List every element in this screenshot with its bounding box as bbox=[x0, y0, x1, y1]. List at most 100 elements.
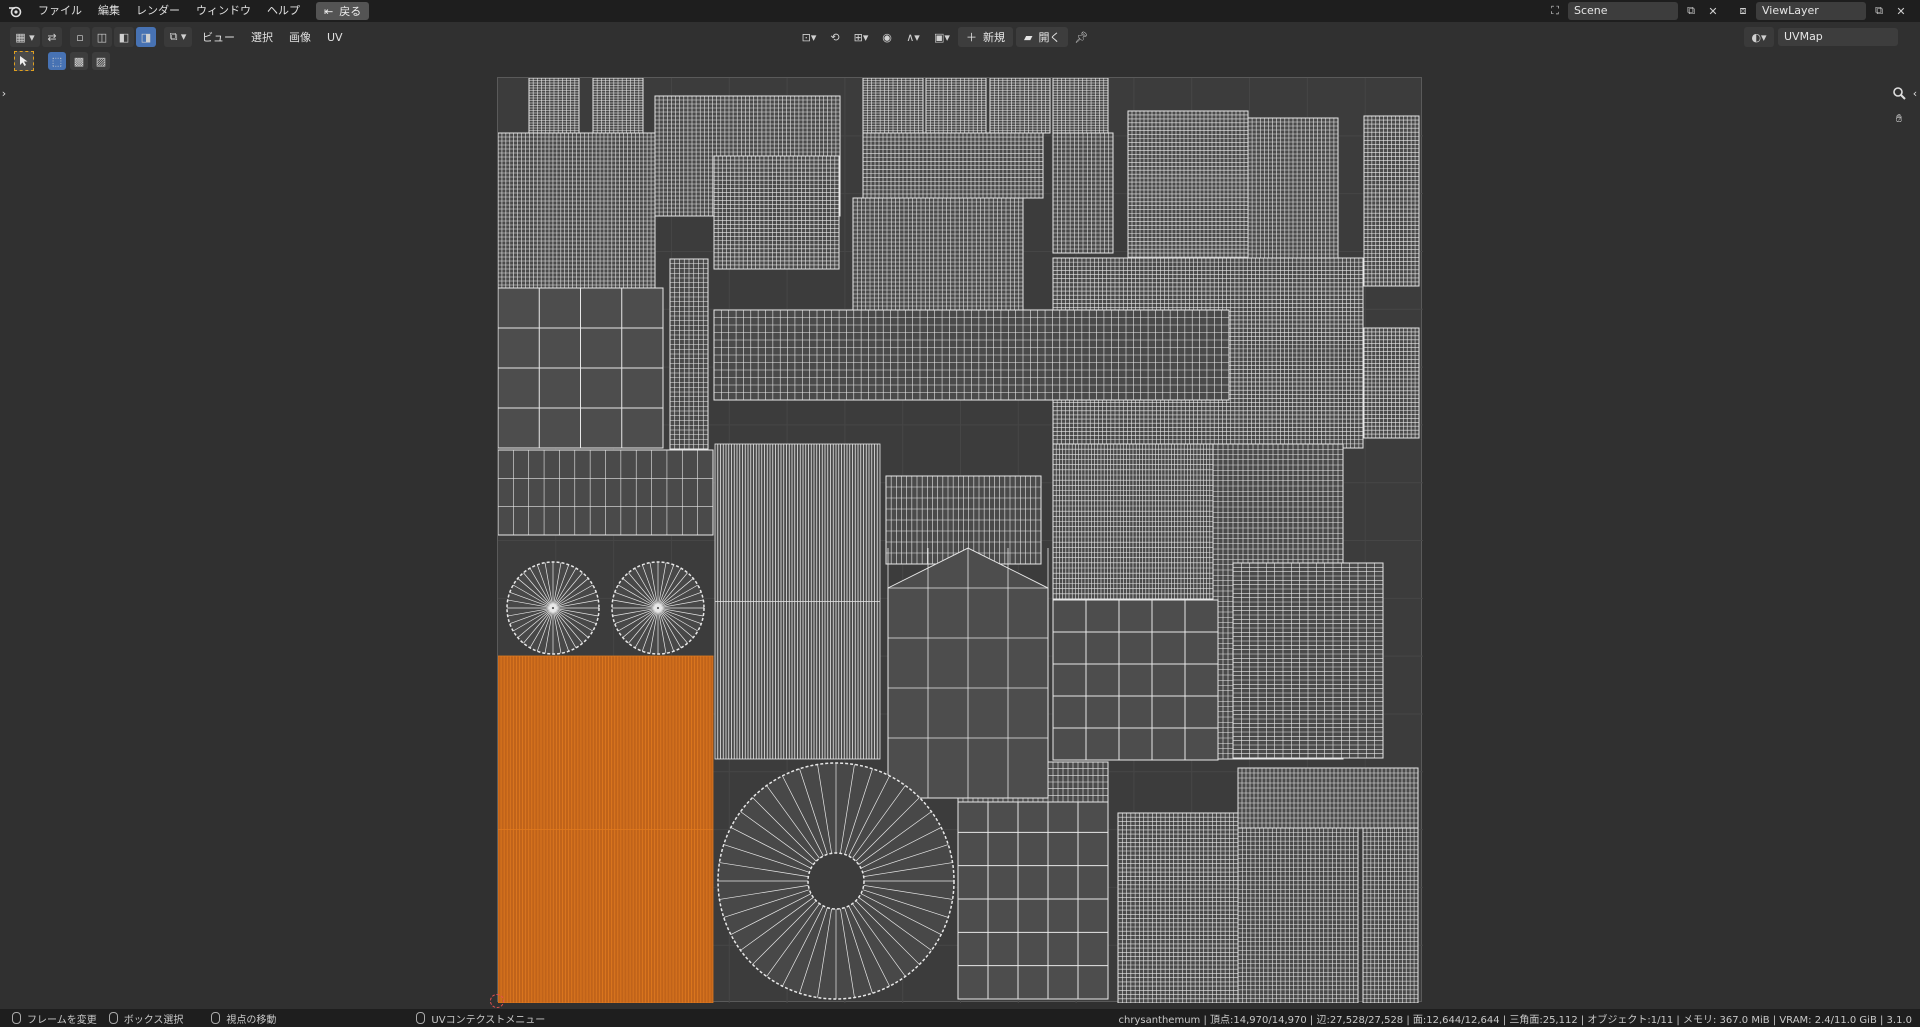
uv-disc bbox=[506, 561, 600, 655]
uv-island bbox=[497, 287, 664, 449]
uv-island bbox=[528, 77, 580, 134]
uv-island bbox=[1362, 827, 1419, 1004]
sync-select-icon[interactable]: ⇄ bbox=[42, 27, 62, 47]
uv-island bbox=[1052, 443, 1214, 600]
uv-editor-canvas[interactable]: › ‹ ✋︎ bbox=[0, 72, 1920, 1012]
toolbar-expand-icon[interactable]: › bbox=[0, 82, 8, 104]
uv-island bbox=[1232, 562, 1384, 759]
edge-mode-icon[interactable]: ◫ bbox=[92, 27, 112, 47]
viewlayer-icon[interactable]: ⧈ bbox=[1734, 2, 1752, 20]
uv-island bbox=[862, 132, 1044, 199]
menu-image[interactable]: 画像 bbox=[281, 29, 319, 45]
close-viewlayer-icon[interactable]: ✕ bbox=[1892, 2, 1910, 20]
uv-data-icon[interactable]: ◐▾ bbox=[1744, 27, 1774, 47]
uv-island bbox=[592, 77, 644, 134]
uv-island bbox=[1052, 77, 1109, 134]
back-button[interactable]: ⇤ 戻る bbox=[316, 2, 370, 20]
proportional-icon[interactable]: ◉ bbox=[877, 27, 897, 47]
mouse-right-icon bbox=[416, 1012, 426, 1024]
uv-island bbox=[713, 309, 1230, 401]
snap-target-icon[interactable]: ⊞▾ bbox=[848, 27, 874, 47]
menu-render[interactable]: レンダー bbox=[128, 0, 188, 22]
uv-island bbox=[989, 77, 1051, 134]
editor-type-icon[interactable]: ▦ ▾ bbox=[10, 27, 40, 47]
menu-file[interactable]: ファイル bbox=[30, 0, 90, 22]
status-bar: フレームを変更 ボックス選択 視点の移動 UVコンテクストメニュー chrysa… bbox=[0, 1009, 1920, 1027]
uv-island bbox=[887, 547, 1049, 799]
image-browse-icon[interactable]: ▣▾ bbox=[929, 27, 955, 47]
status-box-select: ボックス選択 bbox=[108, 1011, 183, 1026]
tool-row: ⬚ ▩ ▨ bbox=[0, 50, 110, 72]
uv-island bbox=[1363, 327, 1420, 439]
new-image-button[interactable]: ＋ 新規 bbox=[958, 27, 1013, 47]
pin-icon[interactable]: 📌︎ bbox=[1071, 27, 1091, 47]
uv-island bbox=[713, 155, 840, 270]
uv-disc bbox=[611, 561, 705, 655]
select-subtract-icon[interactable]: ▨ bbox=[92, 52, 110, 70]
hand-pan-icon[interactable]: ✋︎ bbox=[1888, 108, 1910, 130]
uv-island bbox=[925, 77, 987, 134]
uv-island bbox=[1247, 117, 1339, 279]
center-tools: ⊡▾ ⟲ ⊞▾ ◉ ∧▾ ▣▾ ＋ 新規 ▰ 開く 📌︎ bbox=[796, 27, 1091, 47]
falloff-icon[interactable]: ∧▾ bbox=[900, 27, 926, 47]
uv-bounds bbox=[497, 77, 1423, 1004]
uv-ring bbox=[717, 762, 955, 1000]
uv-island bbox=[497, 132, 656, 294]
2d-cursor-icon bbox=[490, 994, 504, 1008]
uv-island bbox=[1237, 767, 1419, 829]
scene-field[interactable]: Scene bbox=[1568, 2, 1678, 20]
uv-island bbox=[862, 77, 924, 134]
open-label: 開く bbox=[1038, 31, 1061, 44]
uv-island bbox=[1237, 827, 1359, 1004]
select-new-icon[interactable]: ⬚ bbox=[48, 52, 66, 70]
copy-scene-icon[interactable]: ⧉ bbox=[1682, 2, 1700, 20]
plus-icon: ＋ bbox=[966, 31, 977, 44]
sidebar-expand-icon[interactable]: ‹ bbox=[1910, 82, 1920, 104]
pivot-icon[interactable]: ⊡▾ bbox=[796, 27, 822, 47]
scene-selector: ⛶ Scene ⧉ ✕ bbox=[1546, 2, 1722, 20]
new-label: 新規 bbox=[983, 31, 1005, 44]
mouse-left-icon bbox=[12, 1012, 21, 1024]
uv-island bbox=[1117, 812, 1239, 1004]
zoom-icon[interactable] bbox=[1888, 82, 1910, 104]
viewlayer-selector: ⧈ ViewLayer ⧉ ✕ bbox=[1734, 2, 1910, 20]
scene-statistics: chrysanthemum | 頂点:14,970/14,970 | 辺:27,… bbox=[1118, 1015, 1913, 1026]
open-image-button[interactable]: ▰ 開く bbox=[1016, 27, 1069, 47]
uvmap-selector: ◐▾ UVMap bbox=[1744, 27, 1898, 47]
mouse-middle-icon bbox=[211, 1012, 221, 1024]
back-label: 戻る bbox=[339, 5, 362, 18]
uv-islands bbox=[497, 77, 1423, 1004]
status-move-view: 視点の移動 bbox=[211, 1011, 276, 1026]
uv-island bbox=[957, 798, 1109, 1000]
select-extend-icon[interactable]: ▩ bbox=[70, 52, 88, 70]
uv-island bbox=[497, 655, 714, 1004]
menu-uv[interactable]: UV bbox=[319, 31, 351, 44]
uv-island bbox=[1127, 110, 1249, 262]
uv-island bbox=[669, 258, 709, 450]
copy-viewlayer-icon[interactable]: ⧉ bbox=[1870, 2, 1888, 20]
menu-select[interactable]: 選択 bbox=[243, 29, 281, 45]
uv-island bbox=[1052, 132, 1114, 254]
menu-edit[interactable]: 編集 bbox=[90, 0, 128, 22]
top-bar: ファイル 編集 レンダー ウィンドウ ヘルプ ⇤ 戻る ⛶ Scene ⧉ ✕ … bbox=[0, 0, 1920, 22]
status-context-menu: UVコンテクストメニュー bbox=[416, 1011, 545, 1026]
status-change-frame: フレームを変更 bbox=[12, 1011, 97, 1026]
blender-logo-icon[interactable] bbox=[0, 0, 30, 22]
scene-icon[interactable]: ⛶ bbox=[1546, 2, 1564, 20]
face-mode-icon[interactable]: ◧ bbox=[114, 27, 134, 47]
uv-island bbox=[1363, 115, 1420, 287]
uv-editor-header: ▦ ▾ ⇄ ▫ ◫ ◧ ◨ ⧉ ▾ ビュー 選択 画像 UV ⊡▾ ⟲ ⊞▾ ◉… bbox=[0, 24, 1920, 50]
sticky-select-icon[interactable]: ⧉ ▾ bbox=[164, 27, 192, 47]
uvmap-field[interactable]: UVMap bbox=[1778, 28, 1898, 46]
close-scene-icon[interactable]: ✕ bbox=[1704, 2, 1722, 20]
menu-window[interactable]: ウィンドウ bbox=[188, 0, 259, 22]
viewlayer-field[interactable]: ViewLayer bbox=[1756, 2, 1866, 20]
uv-island bbox=[497, 449, 714, 536]
snap-icon[interactable]: ⟲ bbox=[825, 27, 845, 47]
menu-view[interactable]: ビュー bbox=[194, 29, 243, 45]
folder-icon: ▰ bbox=[1024, 30, 1033, 44]
menu-help[interactable]: ヘルプ bbox=[259, 0, 308, 22]
select-cursor-icon[interactable] bbox=[14, 51, 34, 71]
island-mode-icon[interactable]: ◨ bbox=[136, 27, 156, 47]
vertex-mode-icon[interactable]: ▫ bbox=[70, 27, 90, 47]
